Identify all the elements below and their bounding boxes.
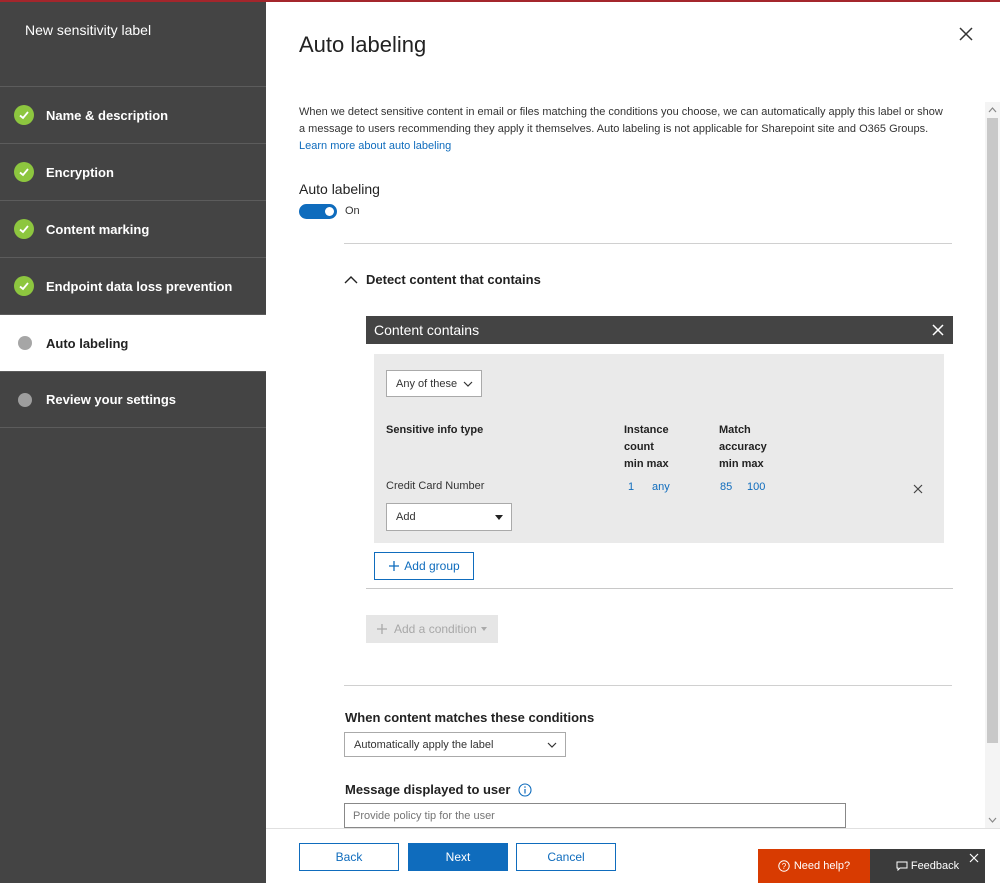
step-endpoint-dlp[interactable]: Endpoint data loss prevention [0,257,266,314]
add-condition-button: Add a condition [366,615,498,643]
need-help-button[interactable]: ? Need help? [758,849,870,883]
when-matches-heading: When content matches these conditions [345,710,595,725]
caret-down-icon [495,515,503,520]
cancel-button[interactable]: Cancel [516,843,616,871]
add-condition-label: Add a condition [394,622,477,636]
instance-count-min[interactable]: 1 [628,481,634,493]
divider [366,588,953,589]
back-button[interactable]: Back [299,843,399,871]
chevron-down-icon [463,381,473,387]
step-label: Endpoint data loss prevention [46,278,233,294]
help-icon: ? [778,860,790,872]
step-review-settings[interactable]: Review your settings [0,371,266,428]
step-label: Content marking [46,221,150,237]
match-mode-value: Any of these [396,377,458,390]
add-info-type-value: Add [396,511,416,523]
intro-description: When we detect sensitive content in emai… [299,104,949,155]
col-header-info-type: Sensitive info type [386,424,484,436]
accuracy-min[interactable]: 85 [720,481,732,493]
scroll-up-icon[interactable] [985,104,1000,116]
svg-text:?: ? [782,862,787,871]
chevron-up-icon [344,275,358,283]
main-panel: Auto labeling When we detect sensitive c… [266,2,1000,828]
chevron-down-icon [547,742,557,748]
step-encryption[interactable]: Encryption [0,143,266,200]
remove-row-icon[interactable] [912,482,924,494]
wizard-steps: Name & description Encryption Content ma… [0,86,266,428]
info-type-name: Credit Card Number [386,480,485,492]
step-label: Name & description [46,107,169,123]
toggle-state-text: On [345,205,360,217]
accuracy-max[interactable]: 100 [747,481,765,493]
step-content-marking[interactable]: Content marking [0,200,266,257]
message-heading-row: Message displayed to user [345,782,533,797]
wizard-sidebar: New sensitivity label Name & description… [0,2,266,883]
auto-labeling-toggle[interactable] [299,204,337,219]
plus-icon [377,624,387,634]
info-icon[interactable] [518,782,533,797]
next-button[interactable]: Next [408,843,508,871]
apply-action-value: Automatically apply the label [354,738,494,751]
toggle-knob [325,207,334,216]
scrollbar-thumb[interactable] [987,118,998,743]
close-icon[interactable] [968,851,980,863]
col-header-instance-count: Instance count min max [624,422,669,473]
check-icon [14,105,34,125]
auto-labeling-heading: Auto labeling [299,181,380,197]
col-header-line: Match [719,424,751,436]
feedback-icon [896,861,908,871]
wizard-title: New sensitivity label [25,22,152,38]
close-icon[interactable] [956,24,976,44]
add-group-label: Add group [404,559,460,573]
match-mode-select[interactable]: Any of these [386,370,482,397]
add-group-button[interactable]: Add group [374,552,474,580]
close-icon[interactable] [931,323,945,337]
check-icon [14,219,34,239]
col-header-line: count [624,441,654,453]
current-step-dot-icon [18,336,32,350]
add-info-type-select[interactable]: Add [386,503,512,531]
step-label: Auto labeling [46,335,129,351]
step-name-description[interactable]: Name & description [0,86,266,143]
check-icon [14,276,34,296]
intro-text: When we detect sensitive content in emai… [299,106,943,135]
message-heading: Message displayed to user [345,782,511,797]
page-title: Auto labeling [299,32,427,57]
condition-panel-title: Content contains [374,322,480,338]
check-icon [14,162,34,182]
col-header-line: Instance [624,424,669,436]
feedback-label: Feedback [910,860,960,872]
plus-icon [389,561,400,571]
pending-step-dot-icon [18,392,32,407]
policy-tip-input[interactable] [344,803,846,828]
step-label: Review your settings [46,392,177,407]
instance-count-max[interactable]: any [652,481,670,493]
col-header-line: accuracy [719,441,767,453]
col-header-match-accuracy: Match accuracy min max [719,422,767,473]
condition-panel: Any of these Sensitive info type Instanc… [374,354,944,543]
col-header-line: min max [719,458,764,470]
step-label: Encryption [46,164,114,180]
step-auto-labeling[interactable]: Auto labeling [0,314,266,371]
col-header-line: min max [624,458,669,470]
section-heading: Detect content that contains [366,272,541,287]
learn-more-link[interactable]: Learn more about auto labeling [299,140,451,152]
vertical-scrollbar[interactable] [985,102,1000,828]
divider [344,685,952,686]
detect-section-header[interactable]: Detect content that contains [344,272,541,287]
divider [344,243,952,244]
need-help-label: Need help? [793,860,851,872]
caret-down-icon [480,627,487,631]
condition-panel-header: Content contains [366,316,953,344]
scroll-down-icon[interactable] [985,814,1000,826]
apply-action-select[interactable]: Automatically apply the label [344,732,566,757]
